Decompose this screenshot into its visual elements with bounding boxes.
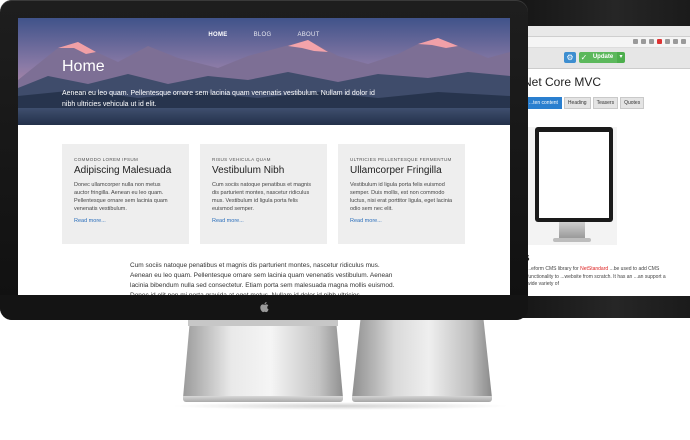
chevron-down-icon[interactable]: ▾ <box>617 52 625 63</box>
stand-shadow <box>170 402 510 410</box>
extension-icon[interactable] <box>673 39 678 44</box>
extension-icon[interactable] <box>665 39 670 44</box>
teaser-cards: COMMODO LOREM IPSUM Adipiscing Malesuada… <box>62 144 465 244</box>
hero-banner: HOME BLOG ABOUT Home Aenean eu leo quam.… <box>18 18 510 125</box>
tab-heading[interactable]: Heading <box>563 97 591 109</box>
body-paragraph: Cum sociis natoque penatibus et magnis d… <box>130 262 395 295</box>
main-nav: HOME BLOG ABOUT <box>18 32 510 38</box>
nav-about[interactable]: ABOUT <box>297 32 319 38</box>
card-kicker: COMMODO LOREM IPSUM <box>74 157 139 162</box>
teaser-card: ULTRICIES PELLENTESQUE FERMENTUM Ullamco… <box>338 144 465 244</box>
teaser-card: RISUS VEHICULA QUAM Vestibulum Nibh Cum … <box>200 144 327 244</box>
cms-toolbar: ⚙ ✓ Update ▾ <box>527 48 690 69</box>
card-title: Vestibulum Nibh <box>212 165 285 176</box>
extension-icon[interactable] <box>657 39 662 44</box>
region-tabs: ...ten content Heading Teasers Quotes <box>527 97 690 109</box>
netstandard-link[interactable]: NetStandard <box>580 266 608 272</box>
extension-icon[interactable] <box>633 39 638 44</box>
screenshot-image <box>527 127 617 245</box>
card-kicker: ULTRICIES PELLENTESQUE FERMENTUM <box>350 157 452 162</box>
update-button[interactable]: Update <box>589 52 617 63</box>
inner-monitor-stand <box>559 222 585 238</box>
back-monitor-screen: ⚙ ✓ Update ▾ Net Core MVC ...ten content… <box>527 26 690 296</box>
inner-monitor-screen <box>539 132 609 218</box>
hero-title: Home <box>62 58 105 75</box>
browser-tab-bar <box>527 26 690 37</box>
card-title: Adipiscing Malesuada <box>74 165 172 176</box>
check-icon[interactable]: ✓ <box>579 52 589 63</box>
hero-subtitle: Aenean eu leo quam. Pellentesque ornare … <box>62 90 375 108</box>
read-more-link[interactable]: Read more... <box>74 218 177 224</box>
browser-extension-icons <box>633 39 686 44</box>
read-more-link[interactable]: Read more... <box>212 218 315 224</box>
nav-blog[interactable]: BLOG <box>254 32 272 38</box>
teaser-card: COMMODO LOREM IPSUM Adipiscing Malesuada… <box>62 144 189 244</box>
card-title: Ullamcorper Fringilla <box>350 165 442 176</box>
extension-icon[interactable] <box>641 39 646 44</box>
gear-icon[interactable]: ⚙ <box>564 52 576 63</box>
front-monitor-screen: HOME BLOG ABOUT Home Aenean eu leo quam.… <box>18 18 510 295</box>
tab-content[interactable]: ...ten content <box>527 97 562 109</box>
card-kicker: RISUS VEHICULA QUAM <box>212 157 271 162</box>
read-more-link[interactable]: Read more... <box>350 218 453 224</box>
tab-teasers[interactable]: Teasers <box>592 97 619 109</box>
inner-monitor-foot <box>553 238 591 242</box>
nav-home[interactable]: HOME <box>208 32 227 38</box>
tab-quotes[interactable]: Quotes <box>620 97 645 109</box>
card-body: Donec ullamcorper nulla non metus auctor… <box>74 182 168 212</box>
back-monitor-stand <box>352 320 492 398</box>
card-body: Cum sociis natoque penatibus et magnis d… <box>212 182 312 212</box>
extension-icon[interactable] <box>649 39 654 44</box>
front-monitor-stand <box>183 326 343 398</box>
front-monitor-stand-neck <box>188 320 338 326</box>
page-title: Net Core MVC <box>527 75 602 89</box>
card-body: Vestibulum id ligula porta felis euismod… <box>350 182 453 212</box>
browser-address-bar[interactable] <box>527 37 690 48</box>
apple-logo-icon <box>260 301 269 313</box>
intro-text-start: ...eform CMS library for <box>527 266 581 272</box>
menu-icon[interactable] <box>681 39 686 44</box>
intro-text: ...eform CMS library for NetStandard ...… <box>527 266 677 289</box>
